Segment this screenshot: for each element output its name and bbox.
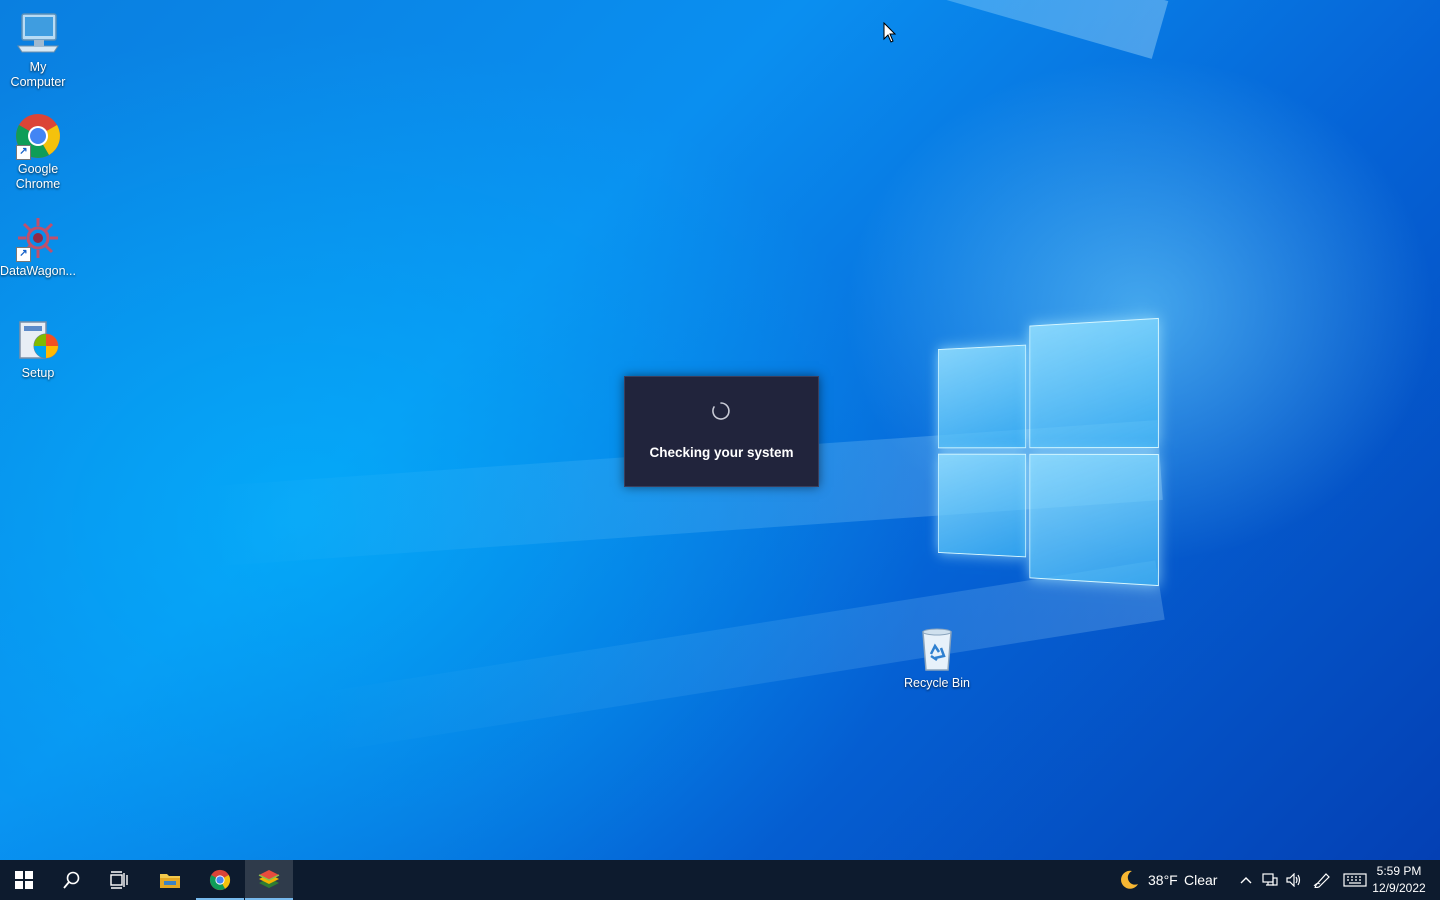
pen-icon[interactable] [1312, 870, 1332, 890]
shortcut-arrow-icon: ↗ [16, 247, 31, 262]
dialog-message: Checking your system [649, 445, 794, 460]
wallpaper-beam [36, 0, 1169, 59]
chevron-up-icon[interactable] [1236, 870, 1256, 890]
file-explorer-button[interactable] [146, 860, 194, 900]
chrome-icon [209, 869, 231, 891]
weather-widget[interactable] [1118, 869, 1140, 891]
desktop-icon-label: Google Chrome [15, 162, 61, 191]
weather-temperature[interactable]: 38°F [1148, 872, 1178, 888]
start-button[interactable] [0, 860, 48, 900]
desktop-icon-datawagon[interactable]: ↗ DataWagon... [0, 214, 76, 279]
recycle-bin-icon [913, 626, 961, 674]
taskbar-clock[interactable]: 5:59 PM 12/9/2022 [1368, 863, 1430, 897]
bluestacks-icon [258, 870, 280, 888]
clock-date: 12/9/2022 [1372, 881, 1426, 895]
desktop-icon-recycle-bin[interactable]: Recycle Bin [899, 626, 975, 691]
taskbar: 38°F Clear 5:59 PM 12/9/2022 [0, 860, 1440, 900]
volume-icon[interactable] [1284, 870, 1304, 890]
weather-condition[interactable]: Clear [1184, 872, 1217, 888]
computer-icon [14, 10, 62, 58]
desktop-icon-google-chrome[interactable]: ↗ Google Chrome [0, 112, 76, 192]
checking-system-dialog: Checking your system [624, 376, 819, 487]
keyboard-icon[interactable] [1342, 870, 1368, 890]
desktop-icon-my-computer[interactable]: My Computer [0, 10, 76, 90]
moon-icon [1121, 870, 1138, 889]
folder-icon [160, 874, 180, 888]
desktop-icon-label: DataWagon... [0, 264, 76, 278]
desktop: My Computer ↗ Google Chrome ↗ DataWagon.… [0, 0, 1440, 860]
mouse-cursor-icon [883, 22, 897, 43]
desktop-icon-setup[interactable]: Setup [0, 316, 76, 381]
windows-start-icon [15, 871, 33, 889]
desktop-icon-label: My Computer [10, 60, 66, 89]
search-icon [63, 871, 80, 889]
wallpaper-beam [305, 560, 1165, 755]
clock-time: 5:59 PM [1376, 864, 1422, 878]
chrome-icon: ↗ [14, 112, 62, 160]
desktop-icon-label: Recycle Bin [904, 676, 970, 690]
setup-installer-icon [14, 316, 62, 364]
shortcut-arrow-icon: ↗ [16, 145, 31, 160]
windows-logo-wallpaper [937, 317, 1159, 587]
task-view-button[interactable] [96, 860, 144, 900]
search-button[interactable] [48, 860, 96, 900]
task-view-icon [110, 871, 128, 889]
chrome-taskbar-button[interactable] [196, 860, 244, 900]
desktop-icon-label: Setup [21, 366, 55, 380]
loading-spinner-icon [712, 402, 730, 420]
network-icon[interactable] [1260, 870, 1280, 890]
bluestacks-taskbar-button[interactable] [245, 860, 293, 900]
datawagon-icon: ↗ [14, 214, 62, 262]
